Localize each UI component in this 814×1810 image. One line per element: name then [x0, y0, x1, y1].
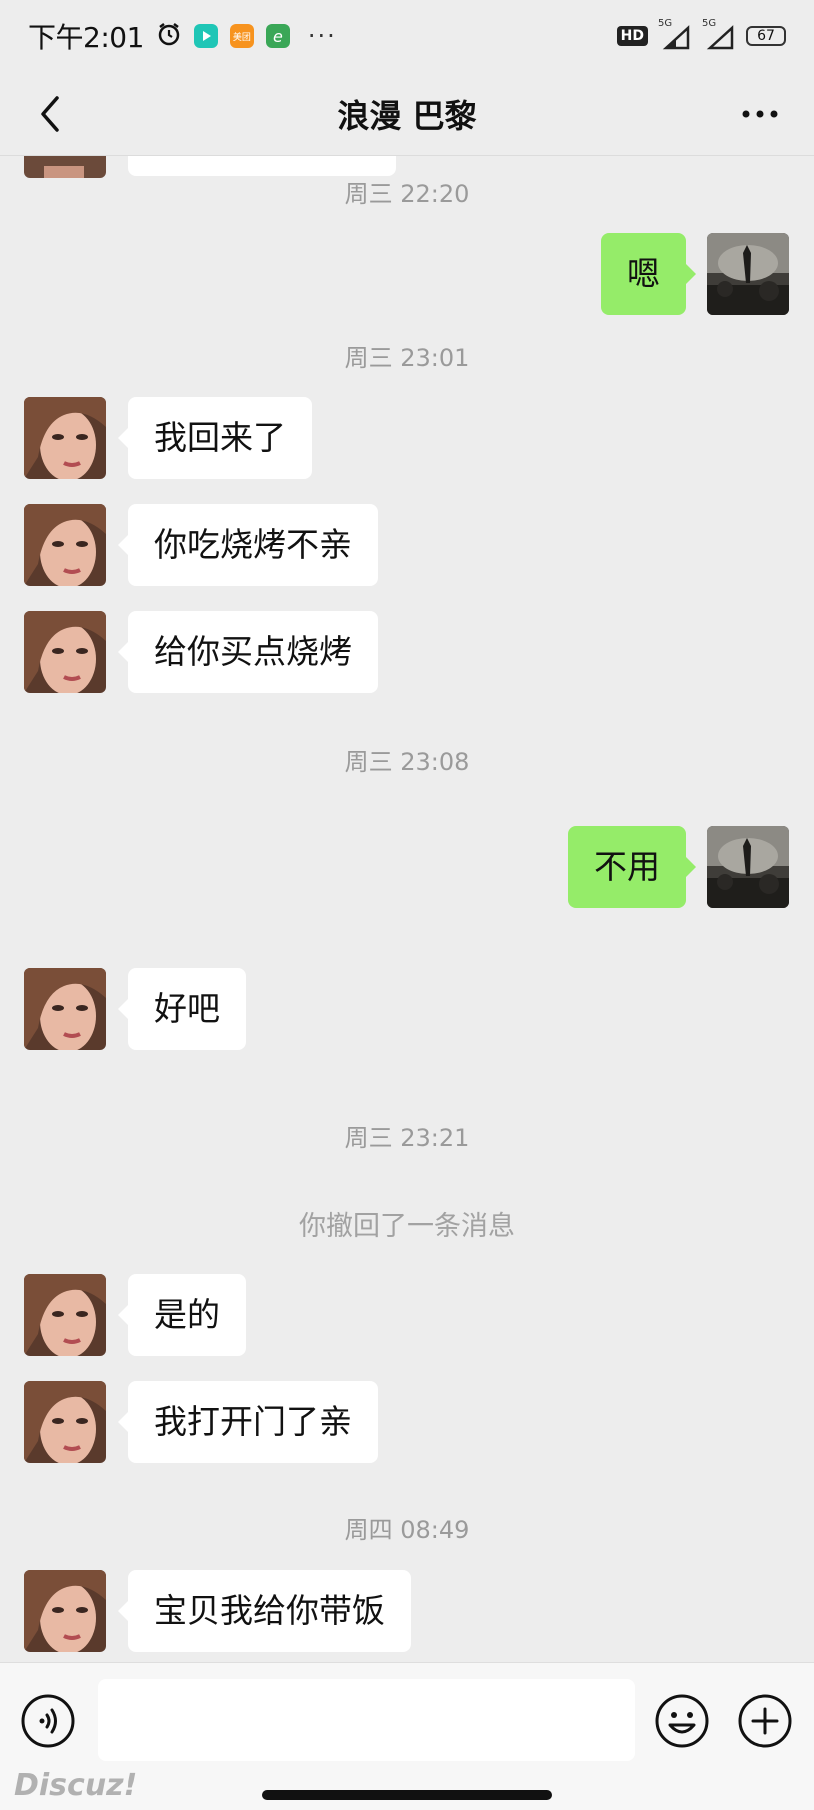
meituan-app-icon: 美团 — [229, 24, 254, 48]
chevron-left-icon — [41, 96, 59, 132]
contact-avatar[interactable] — [24, 611, 106, 693]
recalled-message-notice: 你撤回了一条消息 — [299, 1211, 515, 1242]
status-bar: 下午2:01 美团 e ··· HD 5G 5G 67 — [0, 0, 814, 72]
signal-icon-2: 5G — [702, 18, 736, 50]
contact-message-bubble[interactable]: 是的 — [118, 1274, 246, 1356]
contact-message-bubble[interactable]: 宝贝我给你带饭 — [118, 1570, 411, 1652]
timestamp: 周三 23:08 — [344, 748, 470, 776]
status-more-dots: ··· — [307, 22, 337, 50]
contact-avatar[interactable] — [24, 1381, 106, 1463]
chat-message-list[interactable]: 周三 22:20 嗯 周三 23:01 我回来了 你吃烧烤不亲 给你买点烧烤 周… — [0, 156, 814, 1662]
partial-message-bubble[interactable] — [128, 156, 396, 176]
plus-icon — [738, 1694, 792, 1748]
timestamp: 周四 08:49 — [344, 1516, 470, 1544]
contact-message-bubble[interactable]: 给你买点烧烤 — [118, 611, 378, 693]
contact-avatar[interactable] — [24, 1274, 106, 1356]
battery-icon: 67 — [746, 26, 786, 46]
more-functions-button[interactable] — [737, 1693, 793, 1749]
hd-badge: HD — [616, 26, 648, 46]
contact-avatar[interactable] — [24, 397, 106, 479]
contact-avatar[interactable] — [24, 504, 106, 586]
contact-message-bubble[interactable]: 你吃烧烤不亲 — [118, 504, 378, 586]
my-message-bubble[interactable]: 不用 — [568, 826, 696, 908]
my-avatar[interactable] — [707, 233, 789, 315]
emoji-icon — [655, 1694, 709, 1748]
message-text-input[interactable] — [98, 1679, 635, 1761]
signal-icon: 5G — [658, 18, 692, 50]
more-options-button[interactable] — [730, 88, 790, 140]
contact-message-bubble[interactable]: 我打开门了亲 — [118, 1381, 378, 1463]
contact-avatar[interactable] — [24, 1570, 106, 1652]
browser-app-icon: e — [265, 24, 290, 48]
contact-message-bubble[interactable]: 好吧 — [118, 968, 246, 1050]
timestamp: 周三 23:01 — [344, 344, 470, 372]
chat-title: 浪漫 巴黎 — [337, 96, 477, 135]
chat-header: 浪漫 巴黎 — [0, 72, 814, 156]
watermark: Discuz! — [14, 1768, 138, 1803]
video-app-icon — [193, 24, 218, 48]
more-dots-icon — [742, 110, 778, 118]
home-indicator[interactable] — [262, 1790, 552, 1800]
timestamp: 周三 22:20 — [344, 180, 470, 208]
alarm-icon — [156, 21, 182, 51]
back-button[interactable] — [24, 88, 76, 140]
status-time: 下午2:01 — [28, 21, 144, 54]
contact-message-bubble[interactable]: 我回来了 — [118, 397, 312, 479]
my-avatar[interactable] — [707, 826, 789, 908]
emoji-button[interactable] — [654, 1693, 710, 1749]
voice-input-button[interactable] — [20, 1693, 76, 1749]
contact-avatar[interactable] — [24, 968, 106, 1050]
my-message-bubble[interactable]: 嗯 — [601, 233, 696, 315]
voice-icon — [21, 1694, 75, 1748]
timestamp: 周三 23:21 — [344, 1124, 470, 1152]
